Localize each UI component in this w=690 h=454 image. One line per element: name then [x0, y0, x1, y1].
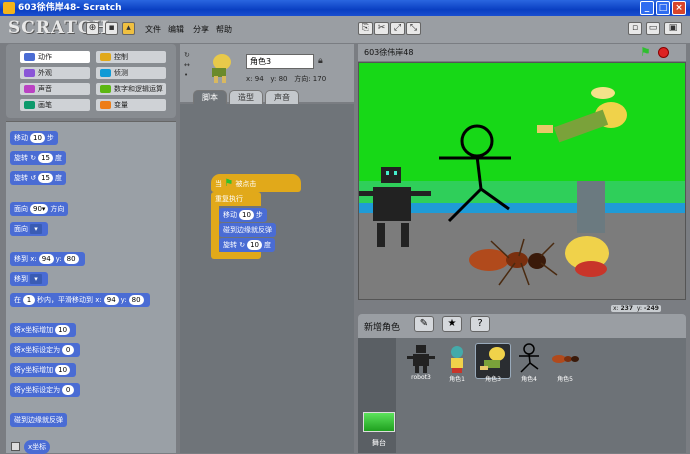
choose-sprite-file-button[interactable]: ★	[442, 316, 462, 332]
delete-tool-icon[interactable]: ✂	[374, 22, 389, 35]
stage-label: 舞台	[372, 439, 386, 447]
script-move-block[interactable]: 移动 10 步	[219, 208, 267, 222]
bounce-block[interactable]: 碰到边缘就反弹	[10, 413, 67, 427]
presentation-mode-icon[interactable]: ▣	[664, 22, 682, 35]
scratch-app-icon	[3, 2, 15, 14]
small-stage-icon[interactable]: ▫	[628, 22, 642, 35]
block-palette: 移动 10 步 旋转 ↻ 15 度 旋转 ↺ 15 度 面向 90▾ 方向 面向 ▾ 移到 x: 9…	[6, 121, 176, 454]
stop-button[interactable]	[658, 47, 669, 58]
rotation-style-icons[interactable]: ↻ ↔ •	[184, 50, 194, 80]
green-flag-button[interactable]: ⚑	[640, 45, 651, 59]
globe-icon[interactable]: ⊕	[86, 22, 99, 35]
forever-block[interactable]: 重复执行	[211, 192, 261, 206]
category-sensing[interactable]: 侦测	[96, 67, 166, 79]
menu-edit[interactable]: 编辑	[168, 24, 184, 35]
tab-costumes[interactable]: 造型	[229, 90, 263, 104]
turn-right-block[interactable]: 旋转 ↻ 15 度	[10, 151, 67, 165]
sprite-label: 角色4	[521, 376, 537, 383]
when-flag-clicked-block[interactable]: 当 ⚑ 被点击	[211, 174, 301, 192]
sprite-thumbnail	[212, 54, 231, 83]
point-towards-block[interactable]: 面向 ▾	[10, 222, 48, 236]
new-sprite-bar: 新增角色	[358, 314, 686, 338]
sprite-coords: x: 94 y: 80 方向: 170	[246, 75, 327, 83]
forever-block-foot	[211, 252, 261, 259]
window-title: 603徐伟岸48- Scratch	[18, 3, 122, 13]
sprite-name-field[interactable]: 角色3	[246, 54, 314, 69]
lock-icon[interactable]: 🔒︎	[318, 56, 323, 66]
point-direction-block[interactable]: 面向 90▾ 方向	[10, 202, 69, 216]
set-y-block[interactable]: 将y坐标设定为 0	[10, 383, 81, 397]
script-bounce-block[interactable]: 碰到边缘就反弹	[219, 223, 276, 237]
tab-scripts[interactable]: 脚本	[193, 90, 227, 104]
grow-tool-icon[interactable]: ⤢	[390, 22, 405, 35]
stage-scene	[359, 63, 685, 299]
new-sprite-label: 新增角色	[364, 323, 401, 333]
stage-header: 603徐伟岸48 ⚑	[358, 44, 686, 61]
green-flag-icon: ⚑	[224, 178, 234, 189]
stage-thumbnail[interactable]	[363, 412, 395, 432]
change-x-block[interactable]: 将x坐标增加 10	[10, 323, 77, 337]
menu-share[interactable]: 分享	[193, 24, 209, 35]
stage-column	[358, 338, 396, 453]
stage-canvas[interactable]	[358, 62, 686, 300]
sprite-label: 角色5	[557, 376, 573, 383]
category-control[interactable]: 控制	[96, 51, 166, 63]
goto-xy-block[interactable]: 移到 x: 94 y: 80	[10, 252, 85, 266]
shrink-tool-icon[interactable]: ⤡	[406, 22, 421, 35]
category-panel: 动作 控制 外观 侦测 声音 数字和逻辑运算 画笔 变量	[6, 44, 176, 118]
menu-help[interactable]: 帮助	[216, 24, 232, 35]
sprite-label: 角色3	[485, 376, 501, 383]
sprite-label: 角色1	[449, 376, 465, 383]
category-variables[interactable]: 变量	[96, 99, 166, 111]
window-title-bar: 603徐伟岸48- Scratch _ □ ×	[0, 0, 690, 16]
goto-block[interactable]: 移到 ▾	[10, 272, 48, 286]
category-looks[interactable]: 外观	[20, 67, 90, 79]
minimize-button[interactable]: _	[640, 1, 654, 15]
save-icon[interactable]: ▪	[105, 22, 118, 35]
glide-block[interactable]: 在 1 秒内，平滑移动到 x: 94 y: 80	[10, 293, 150, 307]
set-x-block[interactable]: 将x坐标设定为 0	[10, 343, 81, 357]
scripts-area[interactable]: 当 ⚑ 被点击 重复执行 移动 10 步 碰到边缘就反弹 旋转 ↻ 10 度	[180, 104, 354, 453]
forever-block-arm	[211, 206, 219, 252]
random-sprite-button[interactable]: ?	[470, 316, 490, 332]
maximize-button[interactable]: □	[656, 1, 670, 15]
category-operators[interactable]: 数字和逻辑运算	[96, 83, 166, 95]
share-icon[interactable]: ▴	[122, 22, 135, 35]
duplicate-tool-icon[interactable]: ⎘	[358, 22, 373, 35]
category-motion[interactable]: 动作	[20, 51, 90, 63]
sprite-label: robot3	[411, 374, 431, 381]
paint-new-sprite-button[interactable]: ✎	[414, 316, 434, 332]
tab-sounds[interactable]: 声音	[265, 90, 299, 104]
project-title: 603徐伟岸48	[364, 48, 414, 57]
x-position-checkbox[interactable]	[11, 442, 20, 451]
change-y-block[interactable]: 将y坐标增加 10	[10, 363, 77, 377]
category-pen[interactable]: 画笔	[20, 99, 90, 111]
script-turn-block[interactable]: 旋转 ↻ 10 度	[219, 238, 276, 252]
x-position-reporter[interactable]: x坐标	[24, 440, 51, 454]
category-sound[interactable]: 声音	[20, 83, 90, 95]
move-steps-block[interactable]: 移动 10 步	[10, 131, 58, 145]
normal-stage-icon[interactable]: ▭	[646, 22, 660, 35]
turn-left-block[interactable]: 旋转 ↺ 15 度	[10, 171, 67, 185]
close-button[interactable]: ×	[672, 1, 686, 15]
menu-file[interactable]: 文件	[145, 24, 161, 35]
